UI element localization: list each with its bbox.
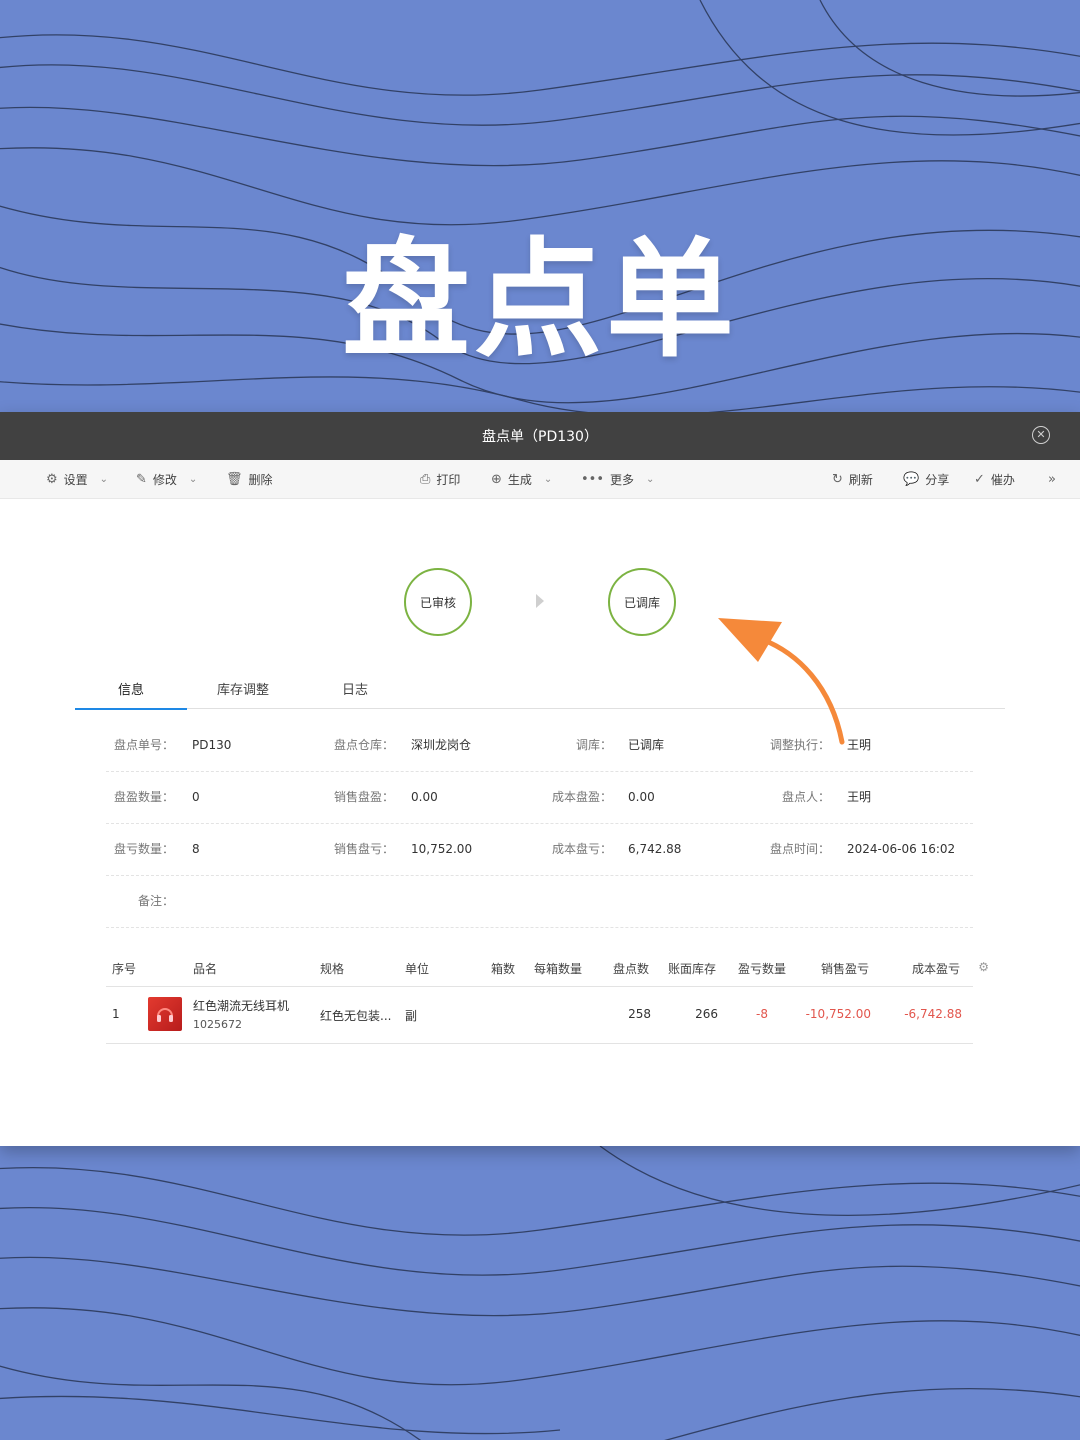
annotation-arrow — [718, 618, 845, 745]
